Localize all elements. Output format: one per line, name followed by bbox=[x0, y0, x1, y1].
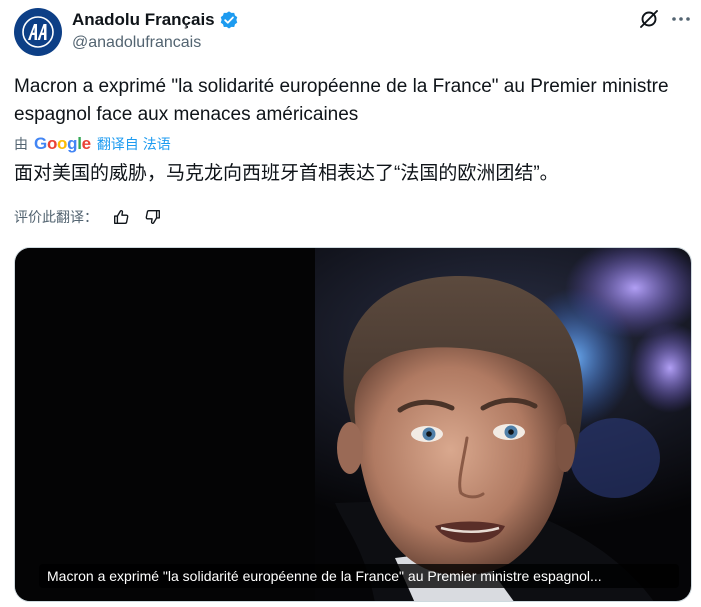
grok-icon[interactable] bbox=[638, 8, 660, 30]
author-avatar[interactable] bbox=[14, 8, 62, 56]
macron-photo bbox=[15, 248, 691, 601]
author-handle[interactable]: @anadolufrancais bbox=[72, 34, 239, 52]
post: Anadolu Français @anadolufrancais Macron… bbox=[0, 0, 701, 607]
media-card[interactable]: Macron a exprimé "la solidarité européen… bbox=[14, 247, 692, 602]
media-caption: Macron a exprimé "la solidarité européen… bbox=[39, 564, 679, 588]
google-letter: G bbox=[34, 134, 47, 153]
google-logo: Google bbox=[34, 134, 91, 154]
more-options-icon[interactable] bbox=[670, 8, 692, 30]
google-letter: e bbox=[81, 134, 91, 153]
translated-text: 面对美国的威胁，马克龙向西班牙首相表达了“法国的欧洲团结”。 bbox=[14, 163, 559, 184]
anadolu-logo-icon bbox=[22, 16, 54, 48]
google-letter: o bbox=[46, 134, 58, 153]
author-name-row: Anadolu Français bbox=[72, 9, 239, 31]
rate-translation-row: 评价此翻译： bbox=[14, 206, 174, 228]
thumbs-down-icon[interactable] bbox=[142, 206, 164, 228]
translated-by-label: 由 bbox=[14, 136, 28, 152]
translated-from-link[interactable]: 翻译自 法语 bbox=[97, 134, 171, 154]
author-name[interactable]: Anadolu Français bbox=[72, 10, 215, 30]
google-letter: o bbox=[57, 134, 68, 153]
post-text: Macron a exprimé "la solidarité européen… bbox=[14, 76, 669, 125]
rate-translation-label: 评价此翻译： bbox=[14, 209, 98, 225]
author-info: Anadolu Français @anadolufrancais bbox=[72, 9, 239, 52]
verified-badge-icon bbox=[219, 10, 239, 30]
translation-attribution: 由 Google 翻译自 法语 bbox=[14, 134, 171, 154]
thumbs-up-icon[interactable] bbox=[110, 206, 132, 228]
google-letter: g bbox=[67, 134, 78, 153]
